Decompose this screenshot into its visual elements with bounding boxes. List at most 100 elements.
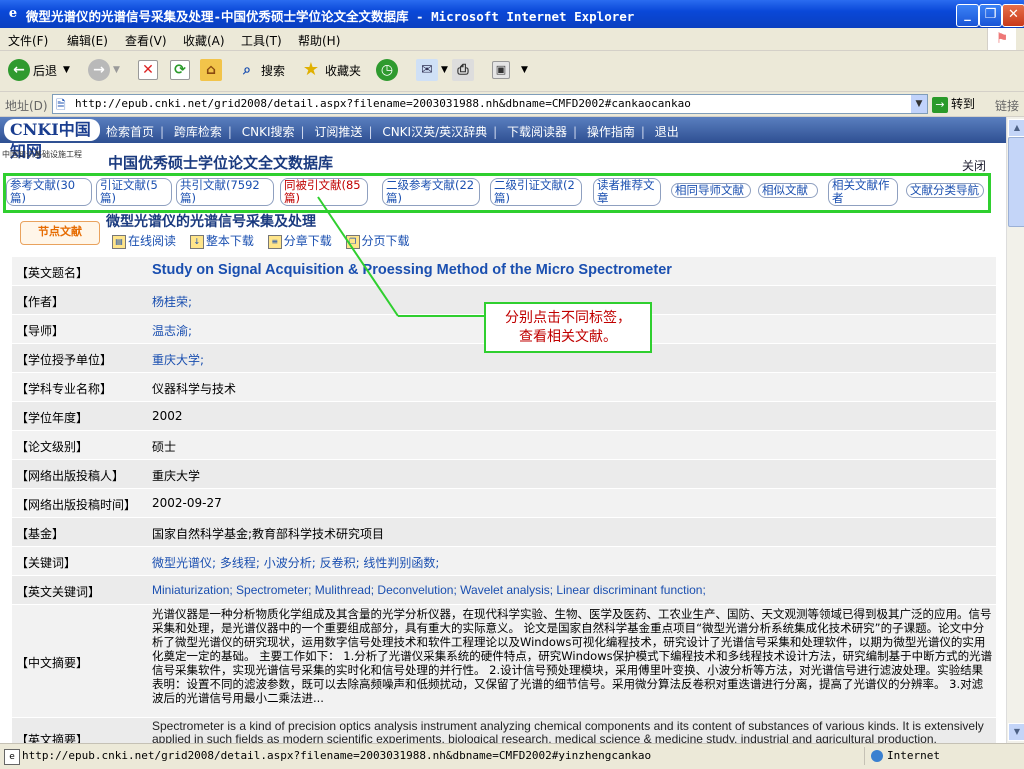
- stop-button[interactable]: ✕: [138, 57, 161, 83]
- detail-value: 国家自然科学基金;教育部科学技术研究项目: [152, 527, 385, 541]
- home-button[interactable]: ⌂: [200, 57, 225, 83]
- detail-label: 【学科专业名称】: [16, 382, 113, 396]
- nav-dictionary[interactable]: CNKI汉英/英汉辞典: [382, 125, 487, 139]
- cnki-nav-links: 检索首页 | 跨库检索 | CNKI搜索 | 订阅推送 | CNKI汉英/英汉辞典 | 下…: [106, 125, 679, 139]
- download-icon: ↓: [189, 234, 204, 249]
- database-title: 中国优秀硕士学位论文全文数据库: [108, 154, 334, 172]
- read-online-link[interactable]: ▤ 在线阅读: [112, 234, 176, 249]
- article-actions: ▤ 在线阅读 ↓ 整本下载 ≡ 分章下载 ❐ 分页下载: [112, 232, 420, 249]
- cnki-nav-bar: CNKI中国知网 检索首页 | 跨库检索 | CNKI搜索 | 订阅推送 | CNKI汉…: [0, 117, 1006, 161]
- detail-value: 2002-09-27: [152, 496, 222, 510]
- scroll-up-icon[interactable]: ▲: [1008, 119, 1024, 137]
- detail-row: 【学位年度】 2002: [12, 402, 996, 431]
- forward-arrow-icon: →: [88, 59, 110, 81]
- minimize-button[interactable]: _: [956, 4, 979, 27]
- address-dropdown-icon[interactable]: ▼: [911, 95, 927, 113]
- article-title: 微型光谱仪的光谱信号采集及处理: [106, 214, 316, 230]
- nav-home[interactable]: 检索首页: [106, 125, 154, 139]
- detail-label: 【导师】: [16, 324, 65, 338]
- detail-value[interactable]: 杨桂荣;: [152, 293, 192, 310]
- refresh-icon: ⟳: [170, 60, 190, 80]
- detail-value[interactable]: 微型光谱仪; 多线程; 小波分析; 反卷积; 线性判别函数;: [152, 554, 439, 571]
- go-button[interactable]: → 转到: [932, 95, 975, 113]
- page-download-link[interactable]: ❐ 分页下载: [345, 234, 410, 249]
- internet-globe-icon: [871, 750, 883, 762]
- chapter-download-link[interactable]: ≡ 分章下载: [267, 234, 332, 249]
- menu-tools[interactable]: 工具(T): [241, 32, 282, 49]
- detail-row: 【网络出版投稿人】 重庆大学: [12, 460, 996, 489]
- detail-value[interactable]: Miniaturization; Spectrometer; Mulithrea…: [152, 583, 706, 597]
- restore-button[interactable]: ❐: [979, 4, 1002, 27]
- print-button[interactable]: ⎙: [452, 57, 477, 83]
- detail-label: 【关键词】: [16, 556, 77, 570]
- favorites-button[interactable]: ★ 收藏夹: [300, 57, 361, 83]
- detail-row: 【关键词】 微型光谱仪; 多线程; 小波分析; 反卷积; 线性判别函数;: [12, 547, 996, 576]
- detail-value: 硕士: [152, 440, 177, 454]
- detail-label: 【基金】: [16, 527, 65, 541]
- address-label: 地址(D): [5, 99, 48, 113]
- menu-edit[interactable]: 编辑(E): [67, 32, 108, 49]
- detail-label: 【网络出版投稿人】: [16, 469, 125, 483]
- cnki-subtitle: 中国知识基础设施工程: [2, 150, 82, 159]
- nav-guide[interactable]: 操作指南: [587, 125, 635, 139]
- close-link[interactable]: 关闭: [962, 157, 986, 174]
- page-content: CNKI中国知网 检索首页 | 跨库检索 | CNKI搜索 | 订阅推送 | CNKI汉…: [0, 117, 1006, 743]
- nav-cross-db-search[interactable]: 跨库检索: [174, 125, 222, 139]
- detail-label: 【英文摘要】: [16, 733, 89, 743]
- toolbar: ← 后退 ▼ → ▼ ✕ ⟳ ⌂ ⌕ 搜索 ★ 收藏夹 ◷ ✉ ▼ ⎙ ▣ ▼: [0, 51, 1024, 92]
- status-url: http://epub.cnki.net/grid2008/detail.asp…: [22, 749, 652, 762]
- nav-download-reader[interactable]: 下载阅读器: [507, 125, 567, 139]
- detail-value[interactable]: 重庆大学;: [152, 351, 204, 368]
- window-title: 微型光谱仪的光谱信号采集及处理-中国优秀硕士学位论文全文数据库 - Micros…: [26, 9, 635, 24]
- home-icon: ⌂: [200, 59, 222, 81]
- window-title-bar[interactable]: e 微型光谱仪的光谱信号采集及处理-中国优秀硕士学位论文全文数据库 - Micr…: [0, 0, 1024, 28]
- refresh-button[interactable]: ⟳: [170, 57, 193, 83]
- detail-row: 【基金】 国家自然科学基金;教育部科学技术研究项目: [12, 518, 996, 547]
- vertical-scrollbar[interactable]: ▲ ▼: [1006, 117, 1024, 743]
- detail-row: 【英文关键词】 Miniaturization; Spectrometer; Mu…: [12, 576, 996, 605]
- detail-label: 【学位授予单位】: [16, 353, 113, 367]
- address-input[interactable]: 🗎 http://epub.cnki.net/grid2008/detail.a…: [52, 94, 928, 114]
- detail-label: 【作者】: [16, 295, 65, 309]
- mail-button[interactable]: ✉ ▼: [416, 57, 448, 83]
- detail-value[interactable]: 温志渝;: [152, 322, 192, 339]
- cnki-logo[interactable]: CNKI中国知网: [4, 119, 100, 161]
- detail-row: 【中文摘要】 光谱仪器是一种分析物质化学组成及其含量的光学分析仪器，在现代科学实验…: [12, 605, 996, 718]
- nav-subscribe[interactable]: 订阅推送: [314, 125, 362, 139]
- scroll-down-icon[interactable]: ▼: [1008, 723, 1024, 741]
- annotation-callout: 分别点击不同标签， 查看相关文献。: [484, 302, 652, 353]
- detail-row: 【英文摘要】 Spectrometer is a kind of precisio…: [12, 718, 996, 743]
- edit-button[interactable]: ▣ ▼: [492, 57, 528, 83]
- detail-label: 【网络出版投稿时间】: [16, 498, 137, 512]
- forward-button[interactable]: → ▼: [88, 57, 120, 83]
- back-arrow-icon: ←: [8, 59, 30, 81]
- menu-help[interactable]: 帮助(H): [298, 32, 340, 49]
- history-button[interactable]: ◷: [376, 57, 401, 83]
- nav-cnki-search[interactable]: CNKI搜索: [242, 125, 295, 139]
- nav-logout[interactable]: 退出: [655, 125, 679, 139]
- close-window-button[interactable]: ✕: [1002, 4, 1024, 27]
- status-bar: e http://epub.cnki.net/grid2008/detail.a…: [0, 743, 1024, 769]
- detail-row: 【学科专业名称】 仪器科学与技术: [12, 373, 996, 402]
- menu-file[interactable]: 文件(F): [8, 32, 48, 49]
- back-button[interactable]: ← 后退 ▼: [8, 57, 70, 83]
- full-download-link[interactable]: ↓ 整本下载: [189, 234, 254, 249]
- security-zone: Internet: [864, 747, 1020, 765]
- star-icon: ★: [302, 59, 320, 80]
- chapter-icon: ≡: [267, 234, 282, 249]
- mail-icon: ✉: [416, 59, 438, 81]
- page-icon: 🗎: [56, 98, 66, 112]
- search-button[interactable]: ⌕ 搜索: [236, 57, 285, 83]
- menu-favorites[interactable]: 收藏(A): [183, 32, 225, 49]
- ie-icon: e: [8, 6, 18, 21]
- links-button[interactable]: 链接: [995, 97, 1019, 114]
- detail-row: 【论文级别】 硕士: [12, 431, 996, 460]
- menu-view[interactable]: 查看(V): [125, 32, 167, 49]
- scroll-thumb[interactable]: [1008, 137, 1024, 227]
- detail-value: 2002: [152, 409, 183, 423]
- search-icon: ⌕: [243, 62, 251, 78]
- book-icon: ▤: [112, 234, 126, 249]
- detail-value: 重庆大学: [152, 469, 201, 483]
- stop-icon: ✕: [138, 60, 158, 80]
- windows-logo-icon: ⚑: [987, 28, 1016, 50]
